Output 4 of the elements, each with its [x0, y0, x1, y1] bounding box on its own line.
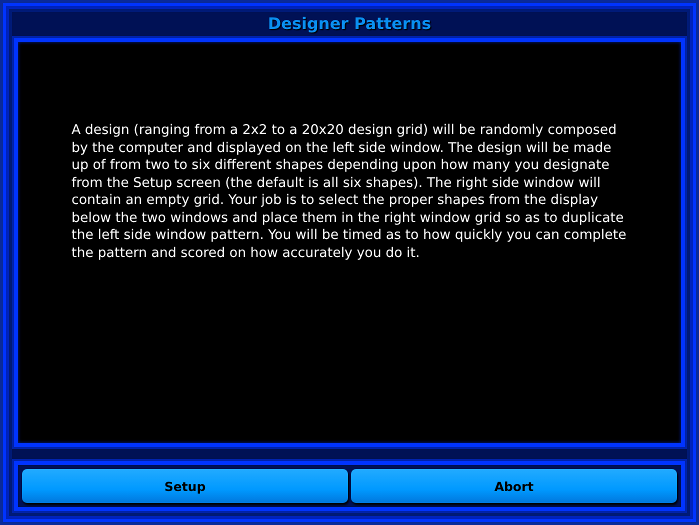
abort-button[interactable]: Abort: [351, 469, 677, 503]
instructions-text: A design (ranging from a 2x2 to a 20x20 design grid) will be randomly composed by the computer and displayed on the left side window. The design will be made up of from two to six different shapes depending upon how many you designate from the Setup screen (the default is all six shapes). The right side window will contain an empty grid. Your job is to select the proper shapes from the display below the two windows and place them in the right window grid so as to duplicate the left side window pattern. You will be timed as to how quickly you can complete the pattern and scored on how accurately you do it.: [72, 122, 628, 262]
window-title: Designer Patterns: [266, 13, 432, 35]
setup-button[interactable]: Setup: [22, 469, 348, 503]
